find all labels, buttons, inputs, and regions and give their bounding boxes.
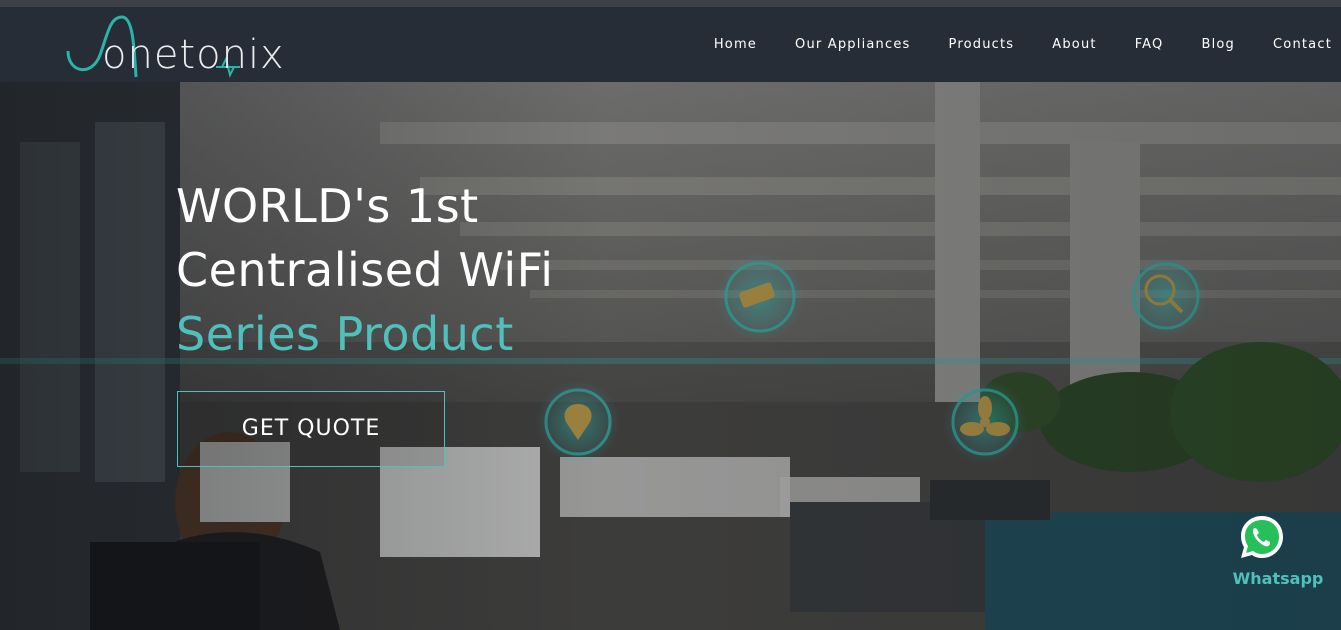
nav-our-appliances[interactable]: Our Appliances <box>795 37 911 53</box>
hero-line-2: Centralised WiFi <box>176 243 554 297</box>
whatsapp-widget[interactable]: Whatsapp <box>1228 513 1338 593</box>
hero-headline: WORLD's 1st Centralised WiFi Series Prod… <box>176 174 554 366</box>
hero-line-1: WORLD's 1st <box>176 179 479 233</box>
get-quote-button[interactable]: GET QUOTE <box>177 391 445 467</box>
site-logo[interactable]: onetonix <box>66 11 306 81</box>
nav-blog[interactable]: Blog <box>1201 37 1235 53</box>
logo-wordmark: onetonix <box>102 32 285 78</box>
nav-contact[interactable]: Contact <box>1273 37 1332 53</box>
browser-top-strip <box>0 0 1341 7</box>
site-header: onetonix Home Our Appliances Products Ab… <box>0 7 1341 82</box>
whatsapp-label[interactable]: Whatsapp <box>1228 569 1328 588</box>
hero-line-3: Series Product <box>176 307 514 361</box>
main-nav: Home Our Appliances Products About FAQ B… <box>676 37 1332 53</box>
hero-banner: WORLD's 1st Centralised WiFi Series Prod… <box>0 82 1341 630</box>
nav-products[interactable]: Products <box>949 37 1015 53</box>
whatsapp-icon[interactable] <box>1238 513 1286 561</box>
nav-faq[interactable]: FAQ <box>1135 37 1164 53</box>
nav-about[interactable]: About <box>1052 37 1096 53</box>
nav-home[interactable]: Home <box>714 37 757 53</box>
